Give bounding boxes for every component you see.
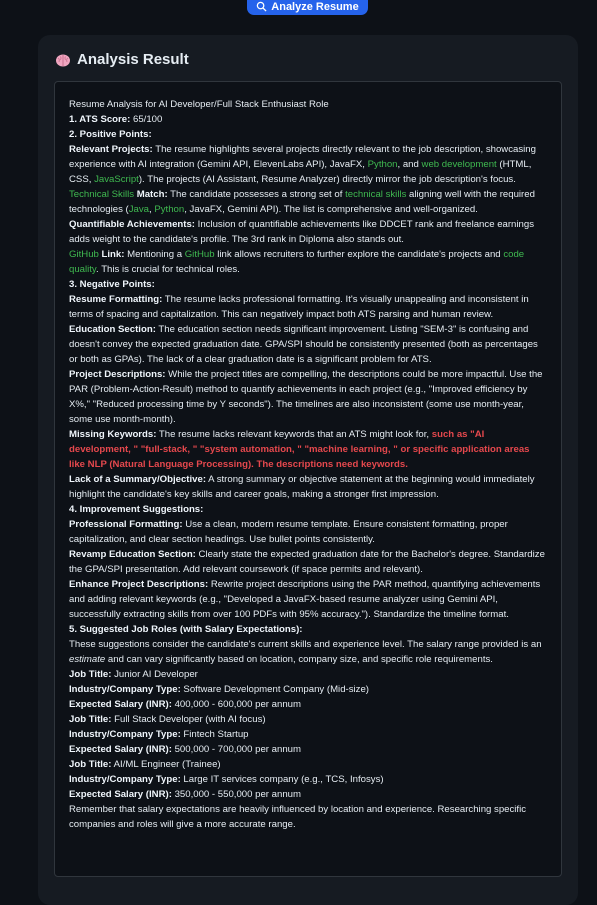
result-line: 4. Improvement Suggestions: bbox=[69, 502, 547, 517]
analysis-result-text: Resume Analysis for AI Developer/Full St… bbox=[54, 81, 562, 877]
card-title: Analysis Result bbox=[77, 51, 189, 68]
result-line: Revamp Education Section: Clearly state … bbox=[69, 547, 547, 577]
result-text: The candidate possesses a strong set of bbox=[167, 189, 346, 200]
card-header: Analysis Result bbox=[55, 51, 189, 68]
analysis-result-card: Analysis Result Resume Analysis for AI D… bbox=[38, 35, 578, 905]
result-line: GitHub Link: Mentioning a GitHub link al… bbox=[69, 247, 547, 277]
result-text: link allows recruiters to further explor… bbox=[214, 249, 504, 260]
result-line: Relevant Projects: The resume highlights… bbox=[69, 142, 547, 187]
result-text: GitHub bbox=[69, 249, 99, 260]
result-line: Job Title: Full Stack Developer (with AI… bbox=[69, 712, 547, 727]
result-line: Lack of a Summary/Objective: A strong su… bbox=[69, 472, 547, 502]
result-label: Job Title: bbox=[69, 714, 112, 725]
result-text: 400,000 - 600,000 per annum bbox=[171, 699, 301, 710]
analyze-resume-label: Analyze Resume bbox=[271, 0, 359, 13]
result-label: Missing Keywords: bbox=[69, 429, 157, 440]
result-line: Project Descriptions: While the project … bbox=[69, 367, 547, 427]
result-text: Full Stack Developer (with AI focus) bbox=[111, 714, 266, 725]
result-label: Relevant Projects: bbox=[69, 144, 153, 155]
result-label: Project Descriptions: bbox=[69, 369, 166, 380]
result-text: web development bbox=[421, 159, 497, 170]
result-text: Remember that salary expectations are he… bbox=[69, 804, 527, 830]
result-line: 5. Suggested Job Roles (with Salary Expe… bbox=[69, 622, 547, 637]
result-line: These suggestions consider the candidate… bbox=[69, 637, 547, 667]
result-label: Lack of a Summary/Objective: bbox=[69, 474, 207, 485]
result-text: Resume Analysis for AI Developer/Full St… bbox=[69, 99, 329, 110]
result-text: technical skills bbox=[345, 189, 407, 200]
result-line: Expected Salary (INR): 500,000 - 700,000… bbox=[69, 742, 547, 757]
result-label: Education Section: bbox=[69, 324, 156, 335]
result-text: Large IT services company (e.g., TCS, In… bbox=[180, 774, 384, 785]
result-label: Industry/Company Type: bbox=[69, 729, 181, 740]
result-line: 1. ATS Score: 65/100 bbox=[69, 112, 547, 127]
result-label: Industry/Company Type: bbox=[69, 684, 181, 695]
result-text: Junior AI Developer bbox=[111, 669, 198, 680]
result-label: Quantifiable Achievements: bbox=[69, 219, 195, 230]
result-line: Job Title: AI/ML Engineer (Trainee) bbox=[69, 757, 547, 772]
result-text: 350,000 - 550,000 per annum bbox=[171, 789, 301, 800]
result-text: Python bbox=[154, 204, 185, 215]
result-line: Remember that salary expectations are he… bbox=[69, 802, 547, 832]
result-label: 3. Negative Points: bbox=[69, 279, 155, 290]
result-text: , JavaFX, Gemini API). The list is compr… bbox=[184, 204, 478, 215]
result-line: 2. Positive Points: bbox=[69, 127, 547, 142]
result-text: 65/100 bbox=[130, 114, 163, 125]
result-text: GitHub bbox=[184, 249, 215, 260]
result-line: Missing Keywords: The resume lacks relev… bbox=[69, 427, 547, 472]
result-label: Expected Salary (INR): bbox=[69, 699, 172, 710]
result-text: Software Development Company (Mid-size) bbox=[180, 684, 369, 695]
result-text: Python bbox=[367, 159, 398, 170]
result-line: Education Section: The education section… bbox=[69, 322, 547, 367]
result-text: Technical Skills bbox=[69, 189, 135, 200]
result-label: Resume Formatting: bbox=[69, 294, 163, 305]
result-line: Enhance Project Descriptions: Rewrite pr… bbox=[69, 577, 547, 622]
result-label: Enhance Project Descriptions: bbox=[69, 579, 209, 590]
search-document-icon bbox=[257, 1, 267, 12]
result-label: Link: bbox=[98, 249, 125, 260]
result-text: JavaScript bbox=[94, 174, 139, 185]
result-text: Fintech Startup bbox=[180, 729, 249, 740]
result-text: ). The projects (AI Assistant, Resume An… bbox=[138, 174, 516, 185]
result-label: Job Title: bbox=[69, 759, 112, 770]
result-text: , and bbox=[397, 159, 422, 170]
result-label: Match: bbox=[134, 189, 168, 200]
result-line: Industry/Company Type: Software Developm… bbox=[69, 682, 547, 697]
result-text: estimate bbox=[69, 654, 106, 665]
result-label: 1. ATS Score: bbox=[69, 114, 131, 125]
result-line: Resume Analysis for AI Developer/Full St… bbox=[69, 97, 547, 112]
brain-icon bbox=[56, 54, 70, 66]
result-line: Quantifiable Achievements: Inclusion of … bbox=[69, 217, 547, 247]
result-text: The resume lacks relevant keywords that … bbox=[156, 429, 432, 440]
result-text: Java bbox=[128, 204, 149, 215]
result-label: 5. Suggested Job Roles (with Salary Expe… bbox=[69, 624, 303, 635]
result-label: 2. Positive Points: bbox=[69, 129, 152, 140]
result-label: Expected Salary (INR): bbox=[69, 789, 172, 800]
result-line: Technical Skills Match: The candidate po… bbox=[69, 187, 547, 217]
result-text: Mentioning a bbox=[124, 249, 185, 260]
result-text: These suggestions consider the candidate… bbox=[69, 639, 542, 650]
result-line: Job Title: Junior AI Developer bbox=[69, 667, 547, 682]
result-text: . This is crucial for technical roles. bbox=[96, 264, 240, 275]
result-line: Expected Salary (INR): 350,000 - 550,000… bbox=[69, 787, 547, 802]
analyze-resume-button[interactable]: Analyze Resume bbox=[247, 0, 368, 15]
result-label: 4. Improvement Suggestions: bbox=[69, 504, 204, 515]
result-text: 500,000 - 700,000 per annum bbox=[171, 744, 301, 755]
result-label: Industry/Company Type: bbox=[69, 774, 181, 785]
result-line: Professional Formatting: Use a clean, mo… bbox=[69, 517, 547, 547]
result-line: Expected Salary (INR): 400,000 - 600,000… bbox=[69, 697, 547, 712]
result-label: Revamp Education Section: bbox=[69, 549, 196, 560]
result-line: Resume Formatting: The resume lacks prof… bbox=[69, 292, 547, 322]
result-text: and can vary significantly based on loca… bbox=[105, 654, 493, 665]
result-label: Professional Formatting: bbox=[69, 519, 183, 530]
result-text: AI/ML Engineer (Trainee) bbox=[111, 759, 221, 770]
result-line: Industry/Company Type: Fintech Startup bbox=[69, 727, 547, 742]
result-label: Expected Salary (INR): bbox=[69, 744, 172, 755]
result-line: 3. Negative Points: bbox=[69, 277, 547, 292]
result-line: Industry/Company Type: Large IT services… bbox=[69, 772, 547, 787]
result-label: Job Title: bbox=[69, 669, 112, 680]
